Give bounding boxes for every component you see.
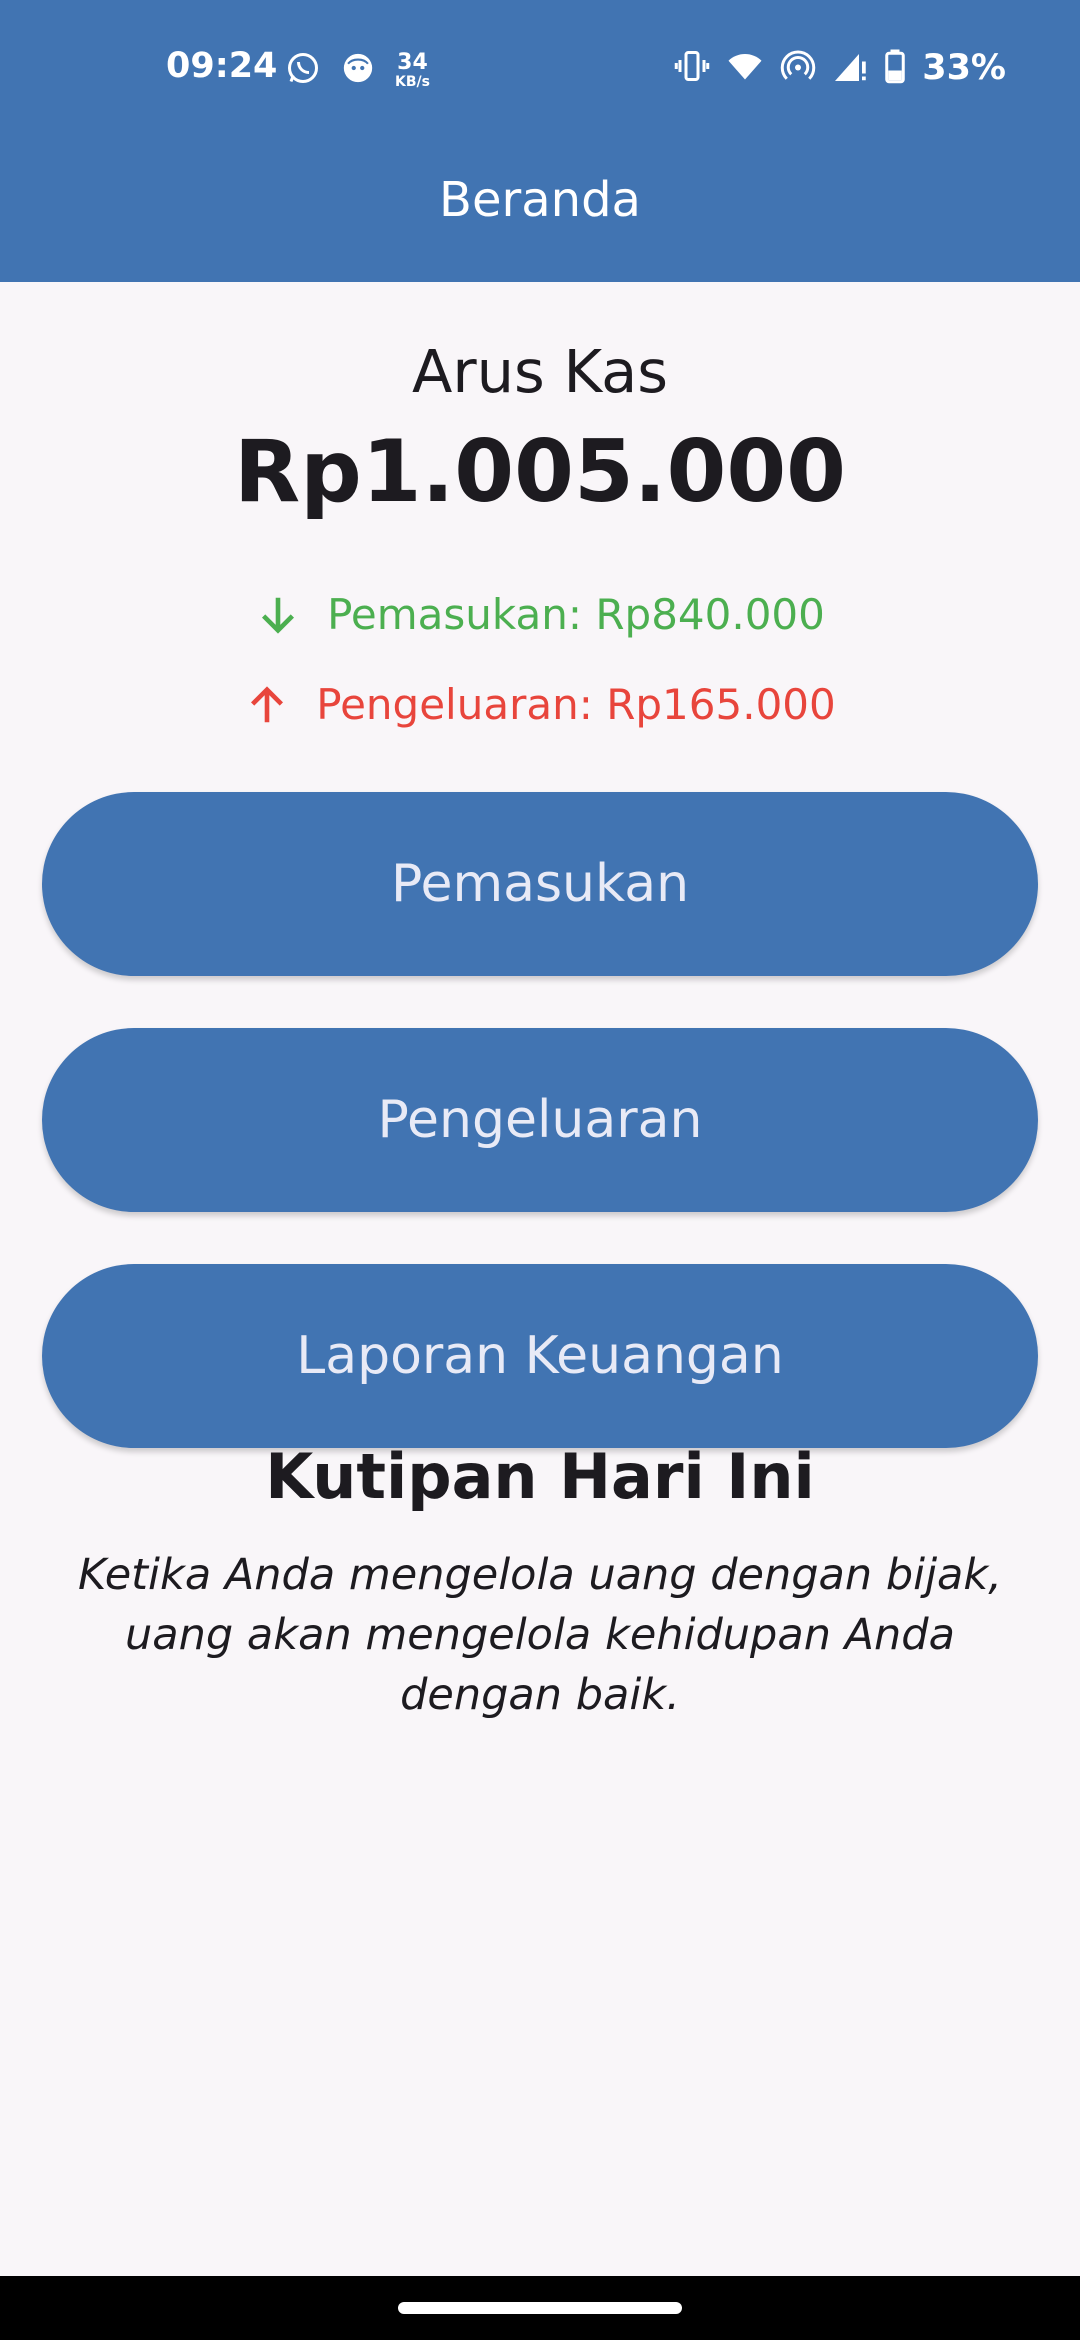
- app-header: 09:24 34 KB/s 33% Beranda: [0, 0, 1080, 282]
- vibrate-icon: [674, 48, 710, 88]
- income-summary: Pemasukan: Rp840.000: [0, 590, 1080, 639]
- status-time: 09:24: [166, 46, 278, 86]
- status-bar: 09:24 34 KB/s 33%: [0, 0, 1080, 140]
- network-speed: 34 KB/s: [395, 49, 430, 90]
- arrow-down-icon: [255, 592, 301, 638]
- speed-unit: KB/s: [395, 73, 430, 90]
- expense-summary-text: Pengeluaran: Rp165.000: [316, 680, 836, 729]
- wifi-icon: [726, 48, 764, 88]
- notification-face-icon: [341, 51, 375, 89]
- quote-text: Ketika Anda mengelola uang dengan bijak,…: [78, 1550, 1002, 1720]
- home-gesture-handle[interactable]: [398, 2302, 682, 2314]
- status-left-icons: 34 KB/s: [285, 50, 430, 90]
- speed-value: 34: [397, 49, 428, 75]
- arrow-up-icon: [244, 682, 290, 728]
- signal-icon: [832, 48, 868, 88]
- cash-flow-value: Rp1.005.000: [234, 422, 846, 522]
- financial-report-button[interactable]: Laporan Keuangan: [42, 1264, 1038, 1448]
- cash-flow-label: Arus Kas: [411, 337, 669, 406]
- income-button[interactable]: Pemasukan: [42, 792, 1038, 976]
- whatsapp-icon: [285, 50, 321, 90]
- battery-percentage: 33%: [922, 48, 1006, 88]
- hotspot-icon: [780, 48, 816, 88]
- income-summary-text: Pemasukan: Rp840.000: [327, 590, 825, 639]
- expense-summary: Pengeluaran: Rp165.000: [0, 680, 1080, 729]
- expense-button[interactable]: Pengeluaran: [42, 1028, 1038, 1212]
- status-right-icons: 33%: [674, 48, 1006, 88]
- page-title: Beranda: [439, 172, 641, 228]
- battery-icon: [884, 48, 906, 88]
- quote-title: Kutipan Hari Ini: [265, 1440, 815, 1513]
